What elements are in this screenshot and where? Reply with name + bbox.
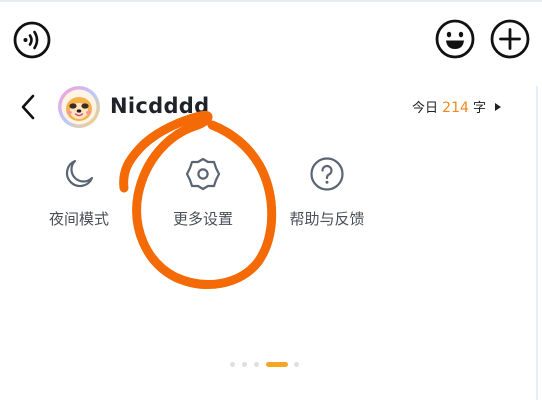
back-button[interactable]	[14, 90, 44, 124]
page-dot-active	[266, 362, 288, 367]
gear-icon	[185, 157, 221, 191]
help-circle-icon	[310, 157, 344, 191]
username[interactable]: Nicdddd	[110, 94, 209, 118]
page-dot	[294, 362, 299, 367]
page-dot	[242, 362, 247, 367]
play-arrow-icon	[495, 103, 502, 111]
today-word-count[interactable]: 今日 214 字	[412, 97, 502, 116]
today-prefix: 今日	[412, 101, 439, 116]
voice-wave-icon[interactable]	[12, 20, 52, 60]
help-feedback-button[interactable]: 帮助与反馈	[282, 150, 372, 240]
more-settings-label: 更多设置	[172, 210, 233, 228]
help-feedback-label: 帮助与反馈	[289, 210, 365, 228]
today-suffix: 字	[473, 101, 487, 116]
moon-icon	[65, 159, 94, 188]
top-divider	[0, 0, 542, 2]
avatar[interactable]	[57, 85, 101, 129]
page-dot	[254, 362, 259, 367]
plus-circle-icon[interactable]	[489, 18, 531, 60]
night-mode-button[interactable]: 夜间模式	[34, 150, 124, 240]
more-settings-button[interactable]: 更多设置	[158, 150, 248, 240]
page-dot	[230, 362, 235, 367]
smiley-icon[interactable]	[434, 18, 476, 60]
night-mode-label: 夜间模式	[48, 210, 109, 228]
panel-edge	[536, 86, 538, 400]
chevron-left-icon	[21, 94, 35, 120]
today-count-value: 214	[442, 100, 469, 116]
